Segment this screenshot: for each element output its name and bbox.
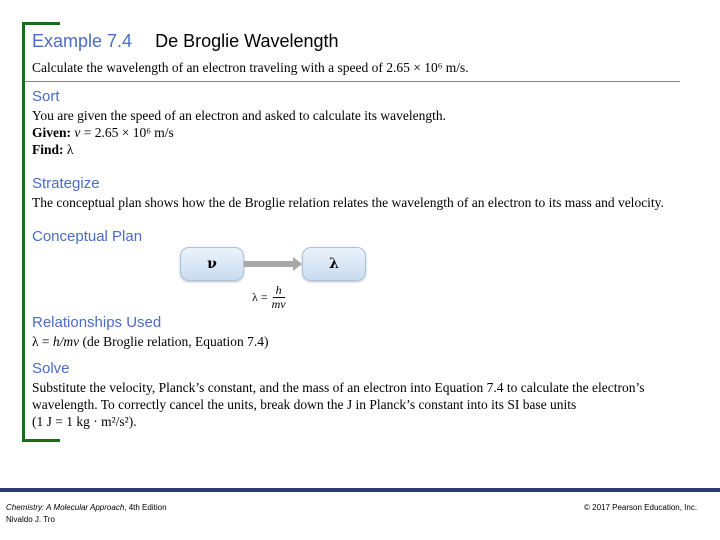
find-value: λ	[66, 142, 74, 157]
header-divider	[25, 81, 680, 82]
footer-copyright: © 2017 Pearson Education, Inc.	[584, 503, 698, 512]
solve-line-3: (1 J = 1 kg · m²/s²).	[32, 414, 137, 429]
relationship-lhs: λ =	[32, 334, 53, 349]
problem-statement: Calculate the wavelength of an electron …	[32, 60, 469, 75]
example-number: Example 7.4	[32, 31, 133, 51]
arrow-head-icon	[293, 257, 302, 271]
frame-left-bar	[22, 22, 25, 442]
relationships-heading: Relationships Used	[32, 314, 162, 331]
relationship-line: λ = h/mv (de Broglie relation, Equation …	[32, 333, 269, 350]
solve-line-1: Substitute the velocity, Planck’s consta…	[32, 380, 645, 395]
plan-box-wavelength: λ	[302, 247, 366, 281]
given-line: Given: ν = 2.65 × 10⁶ m/s	[32, 124, 174, 141]
frame-top-tick	[22, 22, 60, 25]
plan-box-velocity: ν	[180, 247, 244, 281]
conceptual-plan-heading: Conceptual Plan	[32, 228, 143, 245]
footer-author: Nivaldo J. Tro	[6, 515, 55, 524]
given-label: Given:	[32, 125, 71, 140]
find-line: Find: λ	[32, 141, 73, 158]
sort-heading: Sort	[32, 88, 60, 105]
solve-line-2: wavelength. To correctly cancel the unit…	[32, 397, 577, 412]
solve-heading: Solve	[32, 360, 70, 377]
find-label: Find:	[32, 142, 64, 157]
formula-denominator: mv	[271, 297, 286, 311]
formula-fraction: h mv	[272, 284, 286, 311]
relationship-note: (de Broglie relation, Equation 7.4)	[79, 334, 269, 349]
footer-book: Chemistry: A Molecular Approach, 4th Edi…	[6, 503, 167, 512]
book-edition: , 4th Edition	[124, 503, 167, 512]
book-title: Chemistry: A Molecular Approach	[6, 503, 125, 512]
formula-numerator: h	[272, 284, 285, 298]
given-value: = 2.65 × 10⁶ m/s	[80, 125, 174, 140]
strategize-text: The conceptual plan shows how the de Bro…	[32, 195, 664, 210]
plan-formula: λ = h mv	[252, 284, 286, 311]
sort-text: You are given the speed of an electron a…	[32, 108, 446, 123]
example-title: De Broglie Wavelength	[155, 31, 339, 51]
relationship-expr: h/mv	[52, 334, 80, 349]
strategize-heading: Strategize	[32, 175, 100, 192]
frame-bottom-tick	[22, 439, 60, 442]
example-header: Example 7.4 De Broglie Wavelength	[32, 31, 339, 52]
footer-divider	[0, 488, 720, 492]
formula-lhs: λ =	[252, 290, 268, 304]
plan-arrow	[244, 261, 294, 267]
